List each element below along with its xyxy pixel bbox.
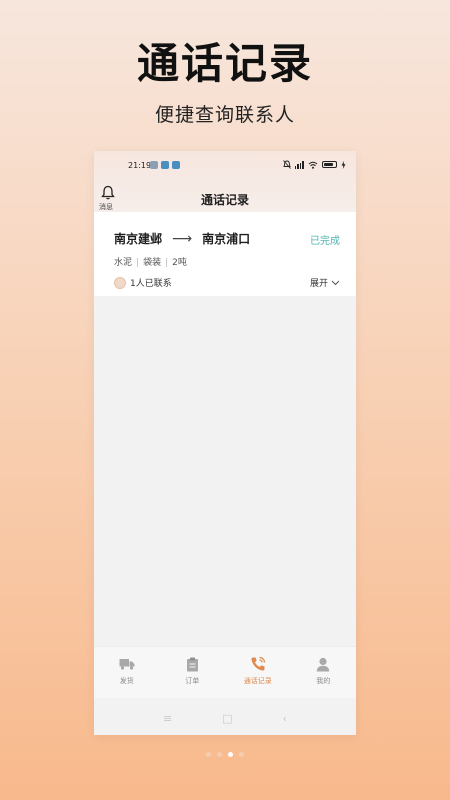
status-bar: 21:19 <box>94 160 356 172</box>
chevron-down-icon <box>331 280 340 285</box>
contacted-info: 1人已联系 <box>114 276 172 289</box>
expand-button[interactable]: 展开 <box>310 276 340 289</box>
truck-icon <box>119 656 135 672</box>
tab-orders[interactable]: 订单 <box>160 647 226 698</box>
call-record-card[interactable]: 南京建邺 ⟶ 南京浦口 已完成 水泥 | 袋装 | 2吨 1人已联系 展开 <box>94 212 356 296</box>
pager-dot[interactable] <box>206 752 211 757</box>
hero-subtitle: 便捷查询联系人 <box>154 104 295 126</box>
tab-ship[interactable]: 发货 <box>94 647 160 698</box>
destination-city: 南京浦口 <box>202 232 251 246</box>
tab-label: 通话记录 <box>243 677 272 685</box>
arrow-icon: ⟶ <box>172 230 193 247</box>
tab-me[interactable]: 我的 <box>291 647 357 698</box>
tab-label: 发货 <box>119 677 134 685</box>
cargo-packaging: 袋装 <box>143 258 162 268</box>
home-icon[interactable]: □ <box>222 712 232 725</box>
notification-icon <box>161 161 169 169</box>
page-title: 通话记录 <box>200 193 249 207</box>
wifi-icon <box>308 161 318 169</box>
status-indicators <box>282 160 346 169</box>
expand-label: 展开 <box>309 279 328 289</box>
avatar <box>114 276 126 289</box>
pager-dot[interactable] <box>239 752 244 757</box>
bottom-tab-bar: 发货 订单 通话记录 我的 <box>94 646 356 698</box>
phone-icon <box>250 656 266 672</box>
back-icon[interactable]: ‹ <box>283 712 287 725</box>
tab-label: 我的 <box>316 677 331 685</box>
clipboard-icon <box>184 656 200 672</box>
tab-call-records[interactable]: 通话记录 <box>225 647 291 698</box>
mute-icon <box>282 160 291 169</box>
cargo-weight: 2吨 <box>172 258 187 268</box>
cargo-info: 水泥 | 袋装 | 2吨 <box>114 255 187 268</box>
route: 南京建邺 ⟶ 南京浦口 <box>114 230 250 247</box>
tab-label: 订单 <box>185 677 200 685</box>
hero-title: 通话记录 <box>136 39 313 88</box>
battery-level <box>324 163 333 166</box>
app-header: 21:19 消息 通话记录 <box>94 151 356 212</box>
divider: | <box>165 258 169 268</box>
notification-icon <box>150 161 158 169</box>
page-indicator <box>0 752 450 757</box>
phone-screen: 21:19 消息 通话记录 南京建邺 ⟶ 南京浦口 已完成 水泥 | 袋装 | … <box>94 151 356 735</box>
contacted-count: 1人已联系 <box>130 279 172 289</box>
divider: | <box>136 258 140 268</box>
pager-dot[interactable] <box>217 752 222 757</box>
notification-icon <box>172 161 180 169</box>
signal-icon <box>294 160 304 169</box>
person-icon <box>315 656 331 672</box>
status-badge: 已完成 <box>310 236 340 247</box>
battery-icon <box>322 161 337 168</box>
charging-icon <box>341 160 346 169</box>
origin-city: 南京建邺 <box>114 232 163 246</box>
menu-icon[interactable]: ≡ <box>163 712 172 725</box>
status-time: 21:19 <box>128 161 152 170</box>
system-nav-bar: ≡ □ ‹ <box>94 706 356 730</box>
cargo-type: 水泥 <box>114 258 133 268</box>
pager-dot[interactable] <box>228 752 233 757</box>
notification-icons <box>150 161 180 169</box>
